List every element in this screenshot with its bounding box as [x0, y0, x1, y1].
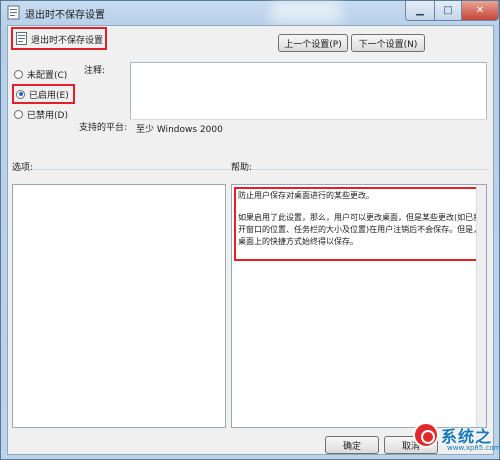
window-title: 退出时不保存设置: [25, 10, 105, 21]
maximize-icon: □: [443, 5, 453, 16]
options-panel: [12, 184, 226, 428]
title-glare: [271, 1, 341, 23]
radio-enabled[interactable]: 已启用(E): [12, 84, 75, 104]
radio-button[interactable]: [16, 89, 25, 99]
minimize-icon: ▁: [416, 5, 424, 16]
policy-document-icon: [7, 5, 20, 20]
watermark-url: www.xp85.com: [447, 444, 500, 452]
previous-setting-button[interactable]: 上一个设置(P): [278, 34, 348, 52]
help-panel: 防止用户保存对桌面进行的某些更改。 如果启用了此设置，那么，用户可以更改桌面，但…: [231, 184, 487, 428]
comment-label: 注释:: [84, 66, 106, 76]
radio-button[interactable]: [14, 69, 23, 79]
maximize-button[interactable]: □: [434, 1, 462, 21]
close-icon: ✕: [475, 5, 485, 16]
supported-platform-label: 支持的平台:: [79, 123, 128, 133]
radio-not-configured[interactable]: 未配置(C): [14, 66, 67, 82]
watermark-logo-icon: [413, 422, 439, 448]
help-paragraph-1: 防止用户保存对桌面进行的某些更改。: [238, 191, 374, 200]
policy-header: 退出时不保存设置: [11, 27, 107, 50]
help-paragraph-2: 如果启用了此设置，那么，用户可以更改桌面，但是某些更改(如已打开窗口的位置、任务…: [238, 213, 482, 246]
close-button[interactable]: ✕: [461, 1, 499, 21]
supported-platform-value: 至少 Windows 2000: [136, 125, 223, 135]
policy-title: 退出时不保存设置: [31, 36, 104, 46]
title-bar[interactable]: 退出时不保存设置 ▁ □ ✕: [1, 1, 499, 25]
options-label: 选项:: [12, 163, 34, 173]
policy-document-icon: [16, 32, 27, 45]
radio-label: 已禁用(D): [27, 110, 68, 121]
dialog-window: 退出时不保存设置 ▁ □ ✕ 退出时不保存设置 上一个设置(P) 下一个设置(N…: [0, 0, 500, 460]
ok-button[interactable]: 确定: [325, 436, 379, 454]
radio-disabled[interactable]: 已禁用(D): [14, 106, 68, 122]
radio-button[interactable]: [14, 109, 23, 119]
radio-label: 未配置(C): [27, 70, 68, 81]
help-label: 帮助:: [231, 163, 253, 173]
radio-label: 已启用(E): [29, 90, 69, 101]
next-setting-button[interactable]: 下一个设置(N): [351, 34, 425, 52]
site-watermark: 系统之 www.xp85.com: [413, 418, 500, 458]
help-scrollbar[interactable]: [476, 185, 486, 427]
dialog-client-area: 退出时不保存设置 上一个设置(P) 下一个设置(N) 未配置(C) 已启用(E)…: [7, 25, 494, 455]
minimize-button[interactable]: ▁: [405, 1, 435, 21]
comment-textarea[interactable]: [130, 62, 487, 120]
